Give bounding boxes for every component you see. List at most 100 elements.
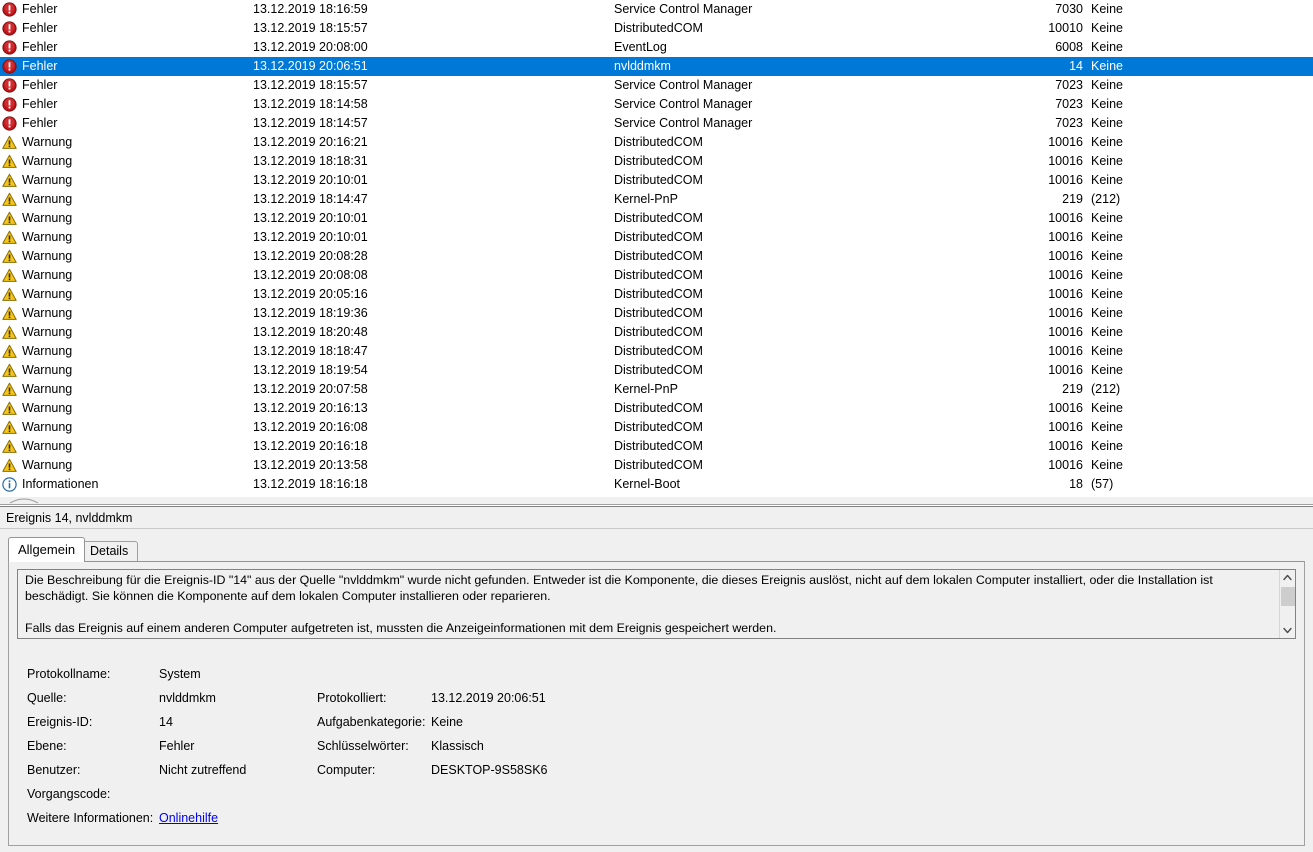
event-id-cell: 10016 bbox=[1048, 344, 1083, 358]
event-category-cell: Keine bbox=[1091, 135, 1123, 149]
warning-icon bbox=[2, 192, 17, 207]
event-row[interactable]: Warnung 13.12.2019 20:08:28 DistributedCOM… bbox=[0, 247, 1313, 266]
pane-splitter[interactable] bbox=[0, 496, 1313, 505]
event-row[interactable]: Fehler 13.12.2019 18:14:58 Service Control… bbox=[0, 95, 1313, 114]
event-category-cell: (57) bbox=[1091, 477, 1114, 491]
event-row[interactable]: Warnung 13.12.2019 20:13:58 DistributedCOM… bbox=[0, 456, 1313, 475]
event-datetime-cell: 13.12.2019 20:08:08 bbox=[253, 268, 368, 282]
event-source-cell: DistributedCOM bbox=[614, 21, 703, 35]
event-category-cell: (212) bbox=[1091, 382, 1121, 396]
event-row[interactable]: Informationen 13.12.2019 18:16:18 Kernel-B… bbox=[0, 475, 1313, 494]
event-level-label: Warnung bbox=[22, 420, 73, 434]
event-row[interactable]: Warnung 13.12.2019 20:16:13 DistributedCOM… bbox=[0, 399, 1313, 418]
event-id-cell: 10016 bbox=[1048, 173, 1083, 187]
event-source-cell: DistributedCOM bbox=[614, 401, 703, 415]
event-level-label: Warnung bbox=[22, 154, 73, 168]
event-datetime-cell: 13.12.2019 20:06:51 bbox=[253, 59, 368, 73]
metadata-label-left: Benutzer: bbox=[27, 763, 81, 777]
event-row[interactable]: Warnung 13.12.2019 20:16:21 DistributedCOM… bbox=[0, 133, 1313, 152]
event-source-cell: Service Control Manager bbox=[614, 116, 753, 130]
event-row[interactable]: Warnung 13.12.2019 18:20:48 DistributedCOM… bbox=[0, 323, 1313, 342]
event-row[interactable]: Fehler 13.12.2019 18:14:57 Service Control… bbox=[0, 114, 1313, 133]
event-row[interactable]: Fehler 13.12.2019 18:16:59 Service Control… bbox=[0, 0, 1313, 19]
event-source-cell: Service Control Manager bbox=[614, 2, 753, 16]
warning-icon bbox=[2, 439, 17, 454]
event-level-cell: Warnung bbox=[2, 323, 202, 342]
event-row[interactable]: Warnung 13.12.2019 18:19:54 DistributedCOM… bbox=[0, 361, 1313, 380]
event-row[interactable]: Warnung 13.12.2019 18:18:31 DistributedCOM… bbox=[0, 152, 1313, 171]
scroll-down-icon[interactable] bbox=[1280, 623, 1295, 638]
event-level-label: Warnung bbox=[22, 363, 73, 377]
event-row[interactable]: Warnung 13.12.2019 20:10:01 DistributedCOM… bbox=[0, 228, 1313, 247]
detail-title: Ereignis 14, nvlddmkm bbox=[0, 508, 1313, 529]
event-row[interactable]: Warnung 13.12.2019 18:18:47 DistributedCOM… bbox=[0, 342, 1313, 361]
warning-icon bbox=[2, 458, 17, 473]
scrollbar-thumb[interactable] bbox=[1281, 587, 1295, 606]
event-description-text: Die Beschreibung für die Ereignis-ID "14… bbox=[25, 573, 1213, 635]
event-source-cell: DistributedCOM bbox=[614, 230, 703, 244]
event-row[interactable]: Fehler 13.12.2019 20:06:51 nvlddmkm 14 Keine bbox=[0, 57, 1313, 76]
event-datetime-cell: 13.12.2019 18:19:54 bbox=[253, 363, 368, 377]
event-level-cell: Warnung bbox=[2, 190, 202, 209]
tab-allgemein[interactable]: Allgemein bbox=[8, 537, 86, 562]
event-id-cell: 10010 bbox=[1048, 21, 1083, 35]
event-datetime-cell: 13.12.2019 20:16:08 bbox=[253, 420, 368, 434]
event-level-label: Fehler bbox=[22, 2, 58, 16]
event-list[interactable]: Fehler 13.12.2019 18:16:59 Service Control… bbox=[0, 0, 1313, 496]
event-row[interactable]: Warnung 13.12.2019 20:16:08 DistributedCOM… bbox=[0, 418, 1313, 437]
event-row[interactable]: Warnung 13.12.2019 20:05:16 DistributedCOM… bbox=[0, 285, 1313, 304]
metadata-label-right: Schlüsselwörter: bbox=[317, 739, 409, 753]
event-row[interactable]: Warnung 13.12.2019 20:16:18 DistributedCOM… bbox=[0, 437, 1313, 456]
online-help-link[interactable]: Onlinehilfe bbox=[159, 806, 218, 830]
warning-icon bbox=[2, 249, 17, 264]
warning-icon bbox=[2, 268, 17, 283]
event-source-cell: DistributedCOM bbox=[614, 135, 703, 149]
event-row[interactable]: Warnung 13.12.2019 20:07:58 Kernel-PnP 219 (… bbox=[0, 380, 1313, 399]
event-level-cell: Warnung bbox=[2, 152, 202, 171]
event-row[interactable]: Warnung 13.12.2019 20:08:08 DistributedCOM… bbox=[0, 266, 1313, 285]
event-source-cell: DistributedCOM bbox=[614, 249, 703, 263]
event-source-cell: nvlddmkm bbox=[614, 59, 671, 73]
event-id-cell: 10016 bbox=[1048, 211, 1083, 225]
event-datetime-cell: 13.12.2019 18:19:36 bbox=[253, 306, 368, 320]
event-datetime-cell: 13.12.2019 18:14:58 bbox=[253, 97, 368, 111]
event-row[interactable]: Fehler 13.12.2019 20:08:00 EventLog 6008 Kei… bbox=[0, 38, 1313, 57]
event-datetime-cell: 13.12.2019 20:08:00 bbox=[253, 40, 368, 54]
event-category-cell: Keine bbox=[1091, 78, 1123, 92]
event-id-cell: 10016 bbox=[1048, 249, 1083, 263]
event-level-cell: Fehler bbox=[2, 0, 202, 19]
event-row[interactable]: Fehler 13.12.2019 18:15:57 DistributedCOM 1… bbox=[0, 19, 1313, 38]
event-source-cell: DistributedCOM bbox=[614, 325, 703, 339]
event-id-cell: 7023 bbox=[1055, 116, 1083, 130]
event-datetime-cell: 13.12.2019 20:10:01 bbox=[253, 211, 368, 225]
event-id-cell: 7030 bbox=[1055, 2, 1083, 16]
event-level-cell: Warnung bbox=[2, 266, 202, 285]
event-id-cell: 18 bbox=[1069, 477, 1083, 491]
event-level-cell: Warnung bbox=[2, 247, 202, 266]
metadata-row: Protokollname: System bbox=[19, 662, 1279, 686]
event-level-cell: Warnung bbox=[2, 380, 202, 399]
more-information-label: Weitere Informationen: bbox=[27, 811, 154, 825]
error-icon bbox=[2, 116, 17, 131]
event-level-cell: Fehler bbox=[2, 76, 202, 95]
event-row[interactable]: Warnung 13.12.2019 18:19:36 DistributedCOM… bbox=[0, 304, 1313, 323]
scroll-up-icon[interactable] bbox=[1280, 570, 1295, 585]
event-row[interactable]: Warnung 13.12.2019 20:10:01 DistributedCOM… bbox=[0, 209, 1313, 228]
metadata-row: Ebene: Fehler Schlüsselwörter: Klassisch bbox=[19, 734, 1279, 758]
event-row[interactable]: Fehler 13.12.2019 18:15:57 Service Control… bbox=[0, 76, 1313, 95]
event-level-label: Fehler bbox=[22, 78, 58, 92]
event-datetime-cell: 13.12.2019 20:10:01 bbox=[253, 173, 368, 187]
tab-details[interactable]: Details bbox=[80, 541, 139, 561]
description-scrollbar[interactable] bbox=[1279, 570, 1295, 638]
event-id-cell: 6008 bbox=[1055, 40, 1083, 54]
event-level-cell: Fehler bbox=[2, 114, 202, 133]
event-source-cell: Service Control Manager bbox=[614, 78, 753, 92]
event-level-cell: Warnung bbox=[2, 418, 202, 437]
warning-icon bbox=[2, 173, 17, 188]
event-description-box[interactable]: Die Beschreibung für die Ereignis-ID "14… bbox=[17, 569, 1296, 639]
event-row[interactable]: Warnung 13.12.2019 18:14:47 Kernel-PnP 219 (… bbox=[0, 190, 1313, 209]
metadata-value-left: nvlddmkm bbox=[159, 691, 216, 705]
event-id-cell: 7023 bbox=[1055, 78, 1083, 92]
event-id-cell: 10016 bbox=[1048, 363, 1083, 377]
event-row[interactable]: Warnung 13.12.2019 20:10:01 DistributedCOM… bbox=[0, 171, 1313, 190]
